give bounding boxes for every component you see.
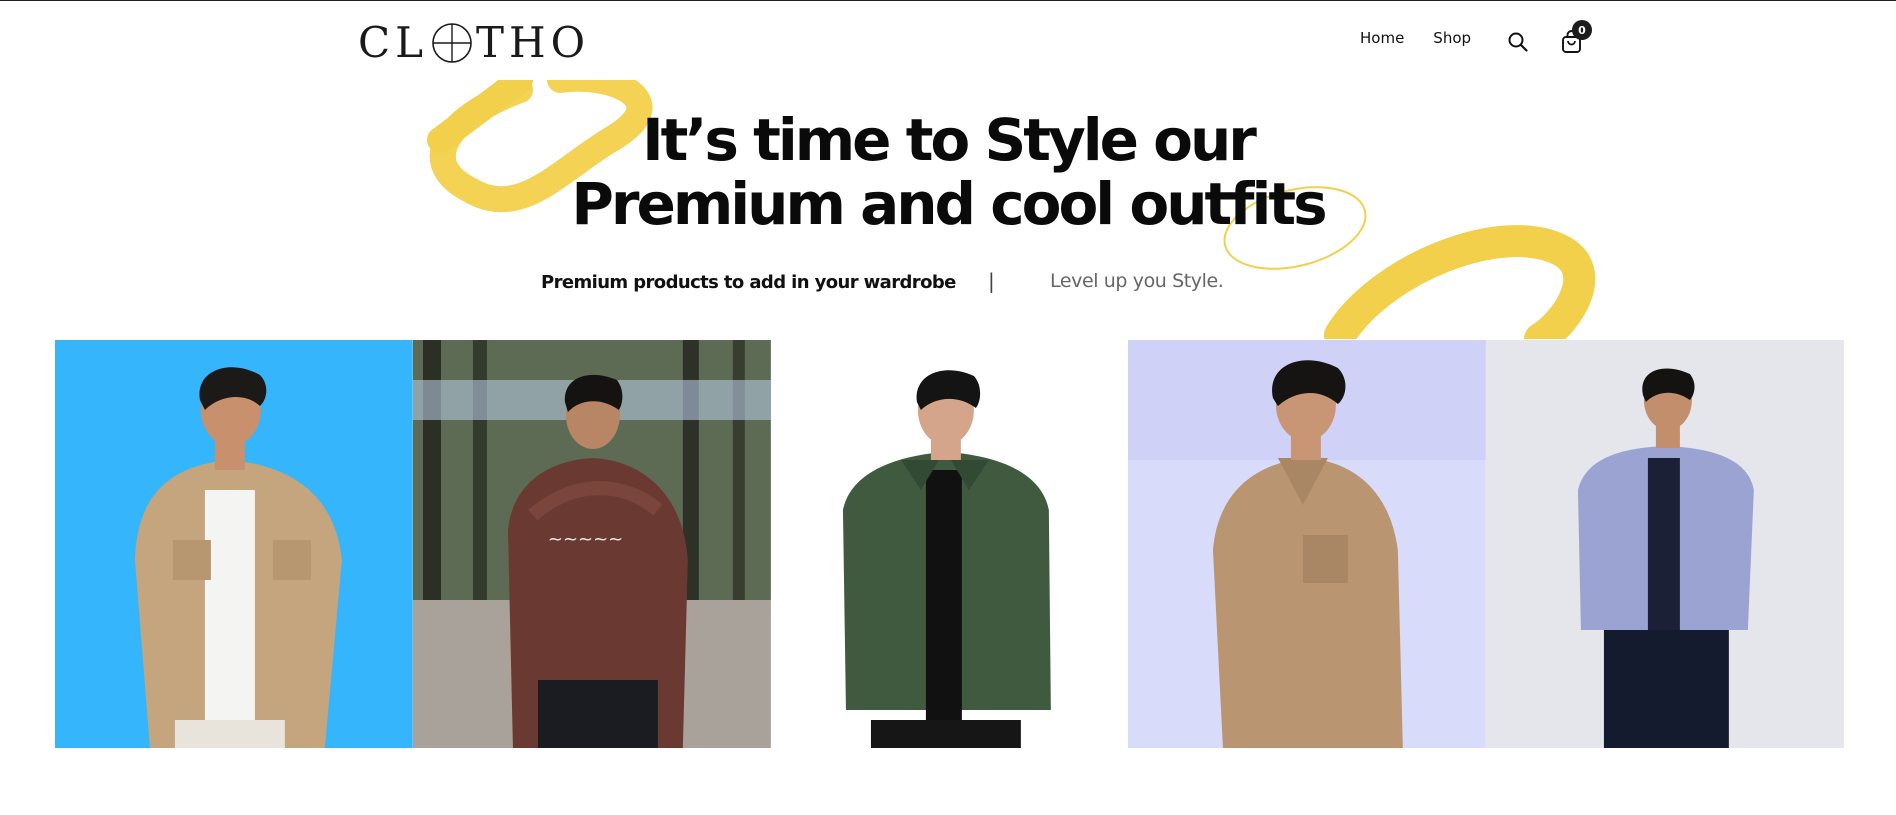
cart-count-badge: 0 [1572, 20, 1592, 40]
headline-line-1: It’s time to Style our [642, 106, 1257, 174]
model-image [55, 340, 413, 748]
logo-text-left: CL [358, 18, 429, 67]
svg-text:~~~~~: ~~~~~ [548, 529, 623, 550]
gallery-photo-blue-jacket[interactable] [1486, 340, 1844, 748]
gallery-photo-tan-jacket-lavender[interactable] [1128, 340, 1487, 748]
product-gallery: ~~~~~ [55, 340, 1844, 748]
hero-section: It’s time to Style our Premium and cool … [0, 80, 1896, 339]
model-image: ~~~~~ [412, 340, 771, 748]
headline-line-2: Premium and cool outfits [571, 170, 1327, 238]
tagline-separator: | [988, 269, 995, 293]
gallery-photo-maroon-hoodie[interactable]: ~~~~~ [412, 340, 771, 748]
gallery-photo-green-jacket[interactable] [770, 340, 1129, 748]
tagline-right: Level up you Style. [1050, 270, 1224, 292]
main-nav: Home Shop [1360, 29, 1500, 47]
model-image [1128, 340, 1487, 748]
tagline-left: Premium products to add in your wardrobe [541, 272, 956, 293]
model-image [1486, 340, 1844, 748]
model-image [770, 340, 1129, 748]
gallery-photo-tan-shirt-jacket[interactable] [55, 340, 413, 748]
search-icon[interactable] [1507, 31, 1529, 53]
hero-headline: It’s time to Style our Premium and cool … [0, 108, 1896, 236]
brand-logo[interactable]: CL THO [358, 19, 590, 67]
site-header: CL THO Home Shop 0 [0, 1, 1896, 79]
logo-text-right: THO [476, 18, 591, 67]
nav-home[interactable]: Home [1360, 29, 1404, 47]
logo-o-mark-icon [430, 21, 474, 65]
nav-shop[interactable]: Shop [1433, 29, 1471, 47]
